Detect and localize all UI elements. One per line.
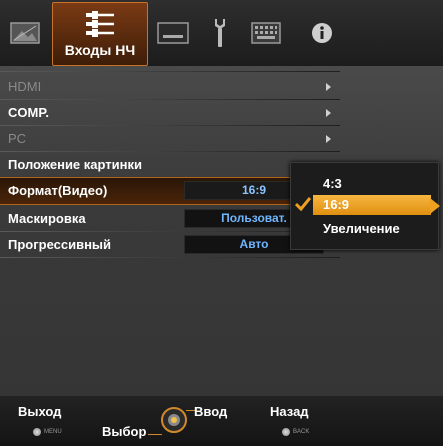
option-16-9[interactable]: 16:9	[313, 195, 431, 215]
menu-item-comp[interactable]: COMP.	[8, 105, 49, 120]
tab-inputs-label: Входы НЧ	[64, 42, 136, 58]
back-label[interactable]: Назад	[270, 404, 309, 419]
tab-keyboard[interactable]	[244, 4, 288, 62]
navigation-bar: Выход MENU Выбор Ввод Назад BACK	[0, 396, 443, 446]
tab-inputs[interactable]: Входы НЧ	[52, 2, 148, 66]
keyboard-icon	[251, 22, 281, 44]
menu-item-masking[interactable]: Маскировка	[8, 211, 86, 226]
menu-key-icon	[33, 428, 41, 436]
wrench-icon	[215, 19, 225, 47]
chevron-right-icon	[326, 83, 331, 91]
menu-item-format[interactable]: Формат(Видео)	[8, 183, 107, 198]
divider	[0, 125, 340, 126]
option-4-3[interactable]: 4:3	[323, 176, 342, 191]
back-key-label: BACK	[293, 429, 310, 435]
tab-bar: Входы НЧ	[0, 0, 443, 66]
format-dropdown: 4:3 16:9 Увеличение	[290, 162, 439, 250]
tab-setup[interactable]	[206, 4, 234, 62]
select-label[interactable]: Выбор	[102, 424, 146, 439]
osd-menu: Входы НЧ HDMI COMP. PC Положение картинк…	[0, 0, 443, 446]
enter-label[interactable]: Ввод	[194, 404, 227, 419]
divider	[0, 151, 340, 152]
tab-screen[interactable]	[154, 4, 192, 62]
tab-picture[interactable]	[6, 4, 44, 62]
selection-pointer-icon	[430, 198, 440, 214]
menu-item-picture-position[interactable]: Положение картинки	[8, 157, 142, 172]
divider	[0, 257, 340, 258]
checkmark-icon	[295, 197, 311, 211]
divider	[0, 71, 340, 72]
divider	[0, 99, 340, 100]
menu-item-pc[interactable]: PC	[8, 131, 26, 146]
connector-icon	[86, 11, 114, 37]
menu-item-hdmi[interactable]: HDMI	[8, 79, 41, 94]
divider	[0, 231, 340, 232]
picture-icon	[10, 22, 40, 44]
back-key-icon	[282, 428, 290, 436]
option-zoom[interactable]: Увеличение	[323, 221, 400, 236]
option-16-9-label: 16:9	[323, 197, 350, 212]
info-icon	[312, 23, 332, 43]
chevron-right-icon	[326, 135, 331, 143]
chevron-right-icon	[326, 109, 331, 117]
menu-item-progressive[interactable]: Прогрессивный	[8, 237, 111, 252]
screen-icon	[157, 22, 189, 44]
menu-key-label: MENU	[44, 429, 62, 435]
tab-info[interactable]	[304, 4, 340, 62]
exit-label[interactable]: Выход	[18, 404, 61, 419]
dpad-icon[interactable]	[160, 404, 188, 436]
